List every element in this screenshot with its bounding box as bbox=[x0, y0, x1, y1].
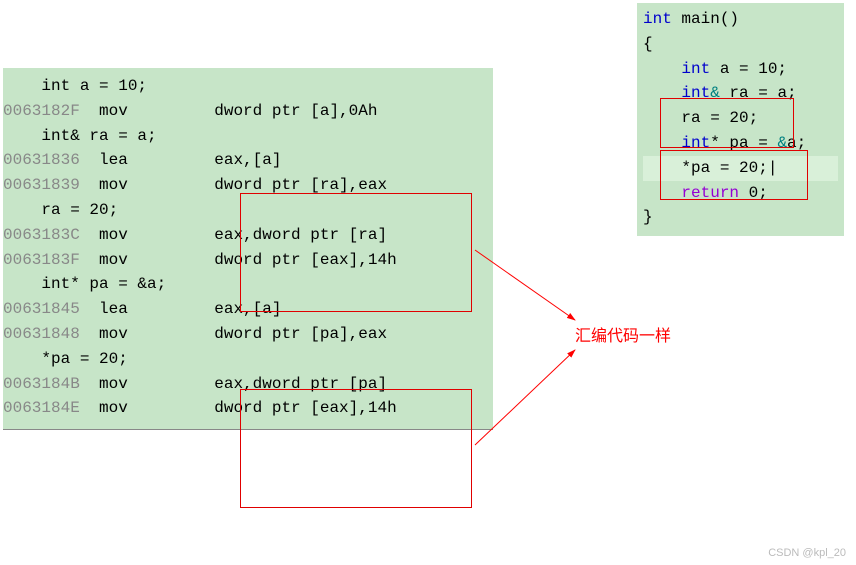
src-line: } bbox=[643, 205, 838, 230]
asm-src-line: *pa = 20; bbox=[3, 347, 493, 372]
src-line: return 0; bbox=[643, 181, 838, 206]
asm-line: 00631848 mov dword ptr [pa],eax bbox=[3, 322, 493, 347]
src-line: int main() bbox=[643, 7, 838, 32]
src-line: int& ra = a; bbox=[643, 81, 838, 106]
asm-line: 0063184B mov eax,dword ptr [pa] bbox=[3, 372, 493, 397]
src-line-current: *pa = 20;| bbox=[643, 156, 838, 181]
annotation-text: 汇编代码一样 bbox=[575, 322, 671, 346]
asm-src-line: int a = 10; bbox=[3, 74, 493, 99]
asm-line: 0063184E mov dword ptr [eax],14h bbox=[3, 396, 493, 421]
src-line: int* pa = &a; bbox=[643, 131, 838, 156]
source-panel: int main() { int a = 10; int& ra = a; ra… bbox=[637, 3, 844, 236]
src-line: ra = 20; bbox=[643, 106, 838, 131]
asm-src-line: ra = 20; bbox=[3, 198, 493, 223]
watermark: CSDN @kpl_20 bbox=[768, 547, 846, 559]
asm-line: 00631839 mov dword ptr [ra],eax bbox=[3, 173, 493, 198]
asm-line: 0063183F mov dword ptr [eax],14h bbox=[3, 248, 493, 273]
src-line: int a = 10; bbox=[643, 57, 838, 82]
asm-line: 0063182F mov dword ptr [a],0Ah bbox=[3, 99, 493, 124]
asm-src-line: int* pa = &a; bbox=[3, 272, 493, 297]
asm-src-line: int& ra = a; bbox=[3, 124, 493, 149]
asm-line: 0063183C mov eax,dword ptr [ra] bbox=[3, 223, 493, 248]
src-line: { bbox=[643, 32, 838, 57]
disassembly-panel: int a = 10; 0063182F mov dword ptr [a],0… bbox=[3, 68, 493, 430]
asm-line: 00631836 lea eax,[a] bbox=[3, 148, 493, 173]
asm-line: 00631845 lea eax,[a] bbox=[3, 297, 493, 322]
